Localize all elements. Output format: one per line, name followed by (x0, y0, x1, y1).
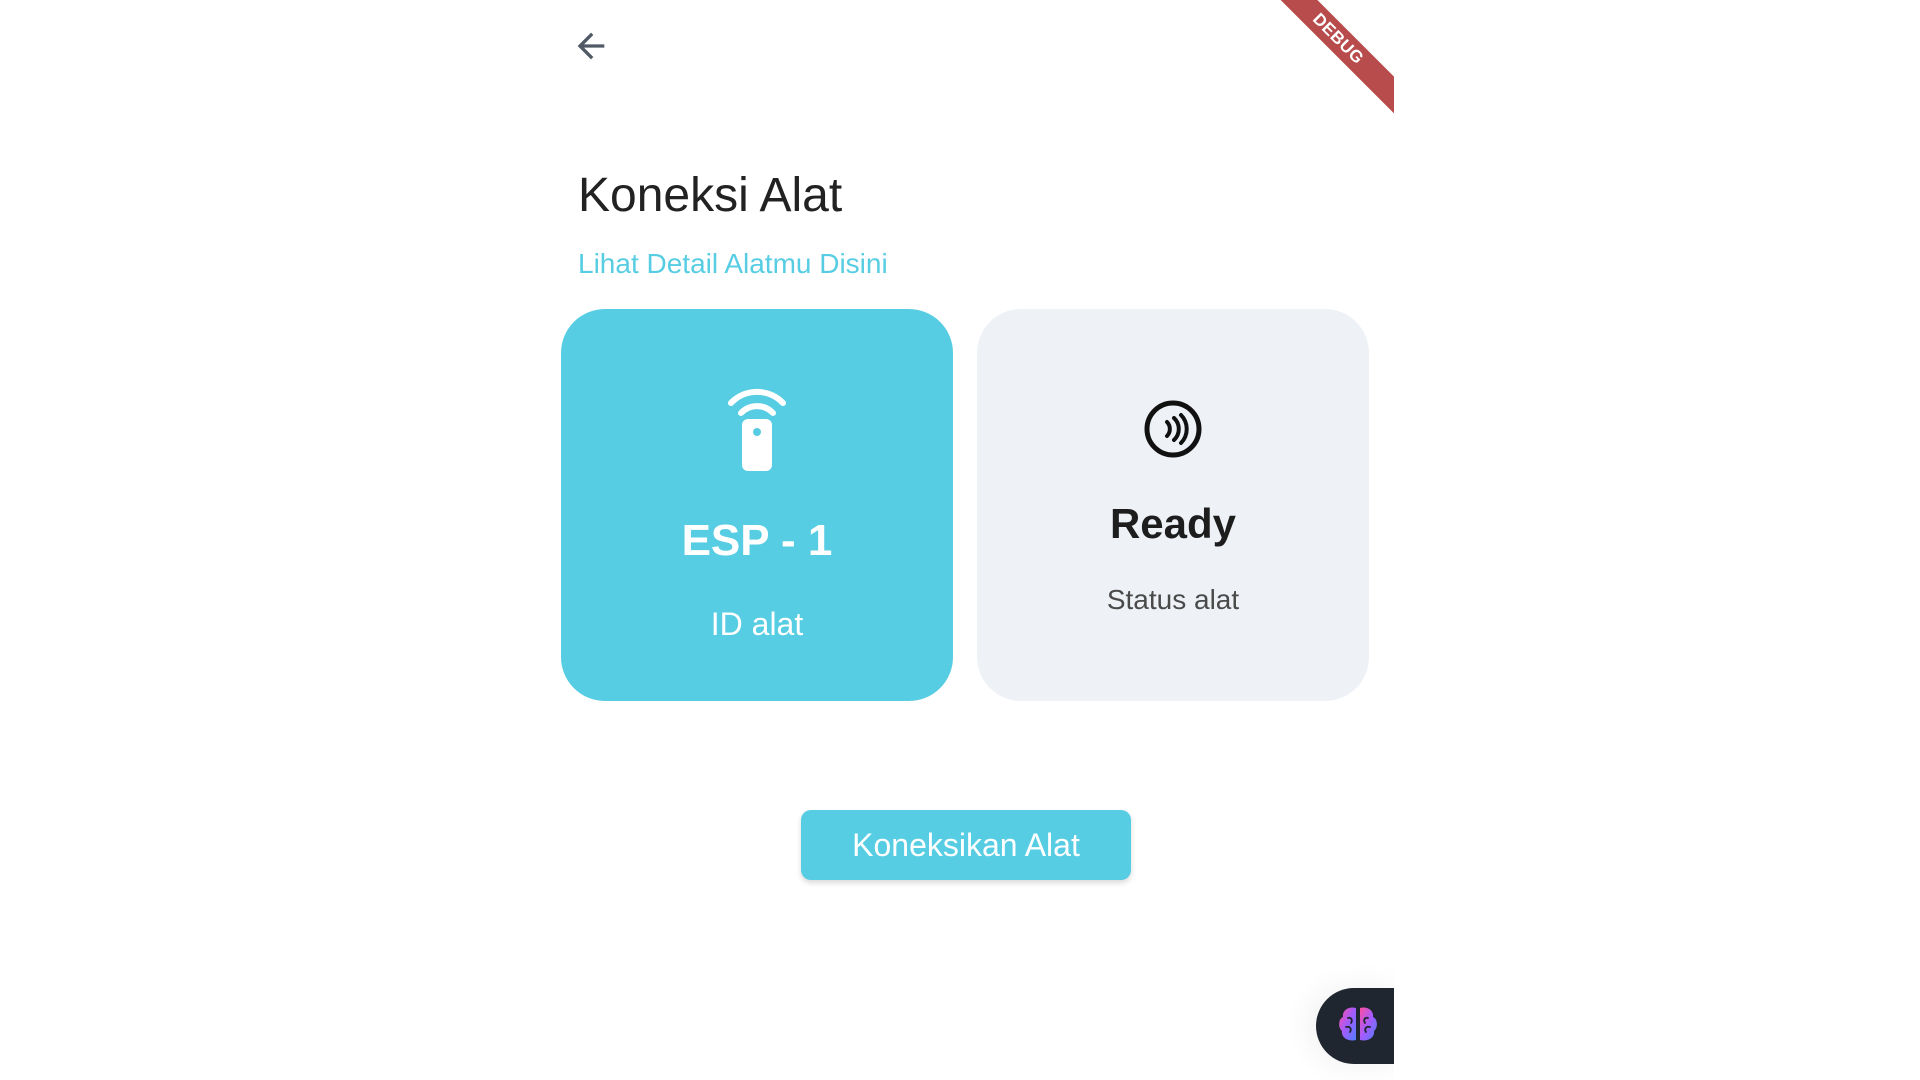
device-connection-screen: DEBUG Koneksi Alat Lihat Detail Alatmu D… (548, 0, 1394, 1080)
debug-banner-label: DEBUG (1264, 0, 1394, 119)
page-title: Koneksi Alat (578, 169, 843, 222)
arrow-left-icon (571, 26, 611, 71)
device-id-label: ID alat (710, 606, 804, 642)
device-status-value: Ready (1109, 500, 1237, 547)
page-subtitle: Lihat Detail Alatmu Disini (578, 248, 888, 279)
back-button[interactable] (563, 20, 619, 76)
brain-icon (1336, 1004, 1380, 1049)
device-id-value: ESP - 1 (681, 516, 833, 565)
connect-device-button[interactable]: Koneksikan Alat (801, 810, 1131, 880)
debug-banner: DEBUG (1264, 0, 1394, 130)
remote-wifi-icon (722, 377, 792, 478)
device-status-label: Status alat (1106, 584, 1240, 615)
device-id-card: ESP - 1 ID alat (561, 309, 953, 701)
contactless-icon (1143, 399, 1203, 464)
app-root: DEBUG Koneksi Alat Lihat Detail Alatmu D… (0, 0, 1920, 1080)
device-status-card: Ready Status alat (977, 309, 1369, 701)
assistant-fab-button[interactable] (1316, 988, 1394, 1064)
